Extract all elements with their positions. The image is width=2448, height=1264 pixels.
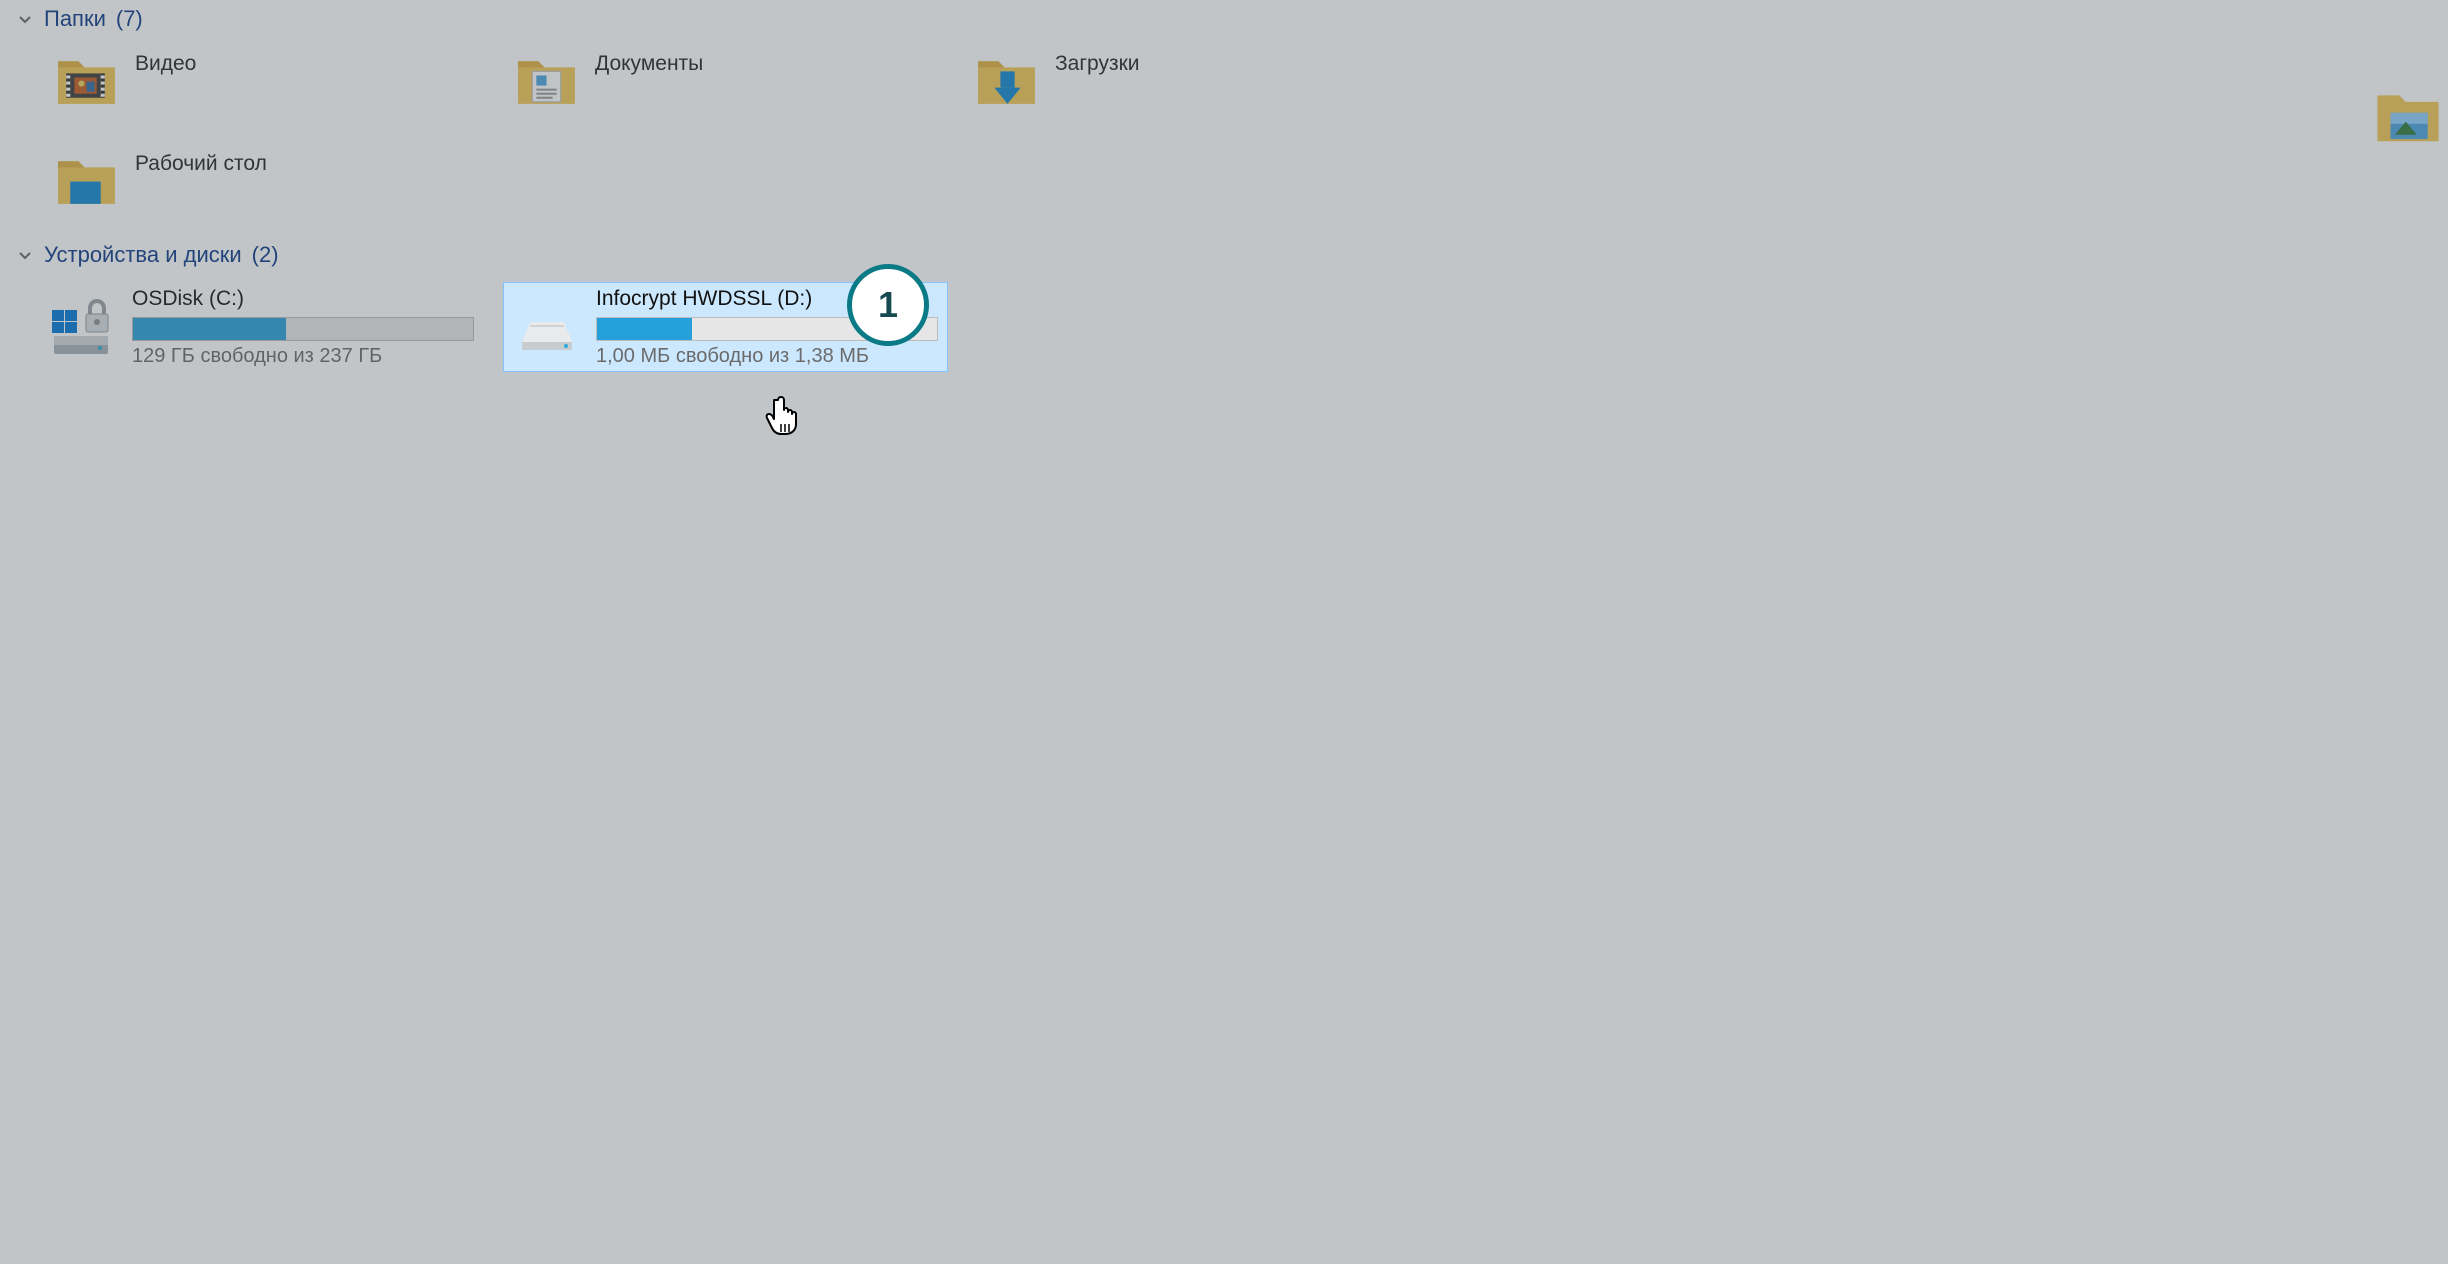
folder-desktop-label: Рабочий стол <box>135 142 267 176</box>
callout-number: 1 <box>878 284 898 326</box>
explorer-view: Папки (7) Видео <box>0 0 2448 1264</box>
folder-downloads-label: Загрузки <box>1055 42 1140 76</box>
chevron-down-icon <box>16 10 34 28</box>
hand-cursor-icon <box>764 394 804 441</box>
drive-osdisk-free: 129 ГБ свободно из 237 ГБ <box>132 345 477 368</box>
folder-documents-label: Документы <box>595 42 703 76</box>
folder-documents[interactable]: Документы <box>514 42 974 132</box>
folder-downloads[interactable]: Загрузки <box>974 42 1434 132</box>
drive-infocrypt-icon <box>512 292 582 362</box>
section-folders-header[interactable]: Папки (7) <box>0 0 2448 42</box>
callout-badge-1: 1 <box>847 264 929 346</box>
folder-documents-icon <box>514 47 579 112</box>
folder-videos-icon <box>54 47 119 112</box>
drives-row: OSDisk (C:) 129 ГБ свободно из 237 ГБ In… <box>0 278 2448 372</box>
section-drives-header[interactable]: Устройства и диски (2) <box>0 236 2448 278</box>
section-drives-title: Устройства и диски <box>44 242 242 268</box>
folders-grid: Видео Документы <box>0 42 2448 232</box>
drive-osdisk-icon <box>48 292 118 362</box>
drive-osdisk-bar <box>132 317 474 341</box>
section-folders-count: (7) <box>116 6 143 32</box>
drive-infocrypt-free: 1,00 МБ свободно из 1,38 МБ <box>596 345 939 368</box>
folder-videos-label: Видео <box>135 42 196 76</box>
drive-osdisk[interactable]: OSDisk (C:) 129 ГБ свободно из 237 ГБ <box>40 282 485 372</box>
section-folders-title: Папки <box>44 6 106 32</box>
folder-videos[interactable]: Видео <box>54 42 514 132</box>
section-drives-count: (2) <box>252 242 279 268</box>
drive-osdisk-name: OSDisk (C:) <box>132 286 477 311</box>
folder-desktop[interactable]: Рабочий стол <box>54 142 514 232</box>
folder-downloads-icon <box>974 47 1039 112</box>
folder-desktop-icon <box>54 147 119 212</box>
folder-pictures-partial[interactable] <box>2368 80 2448 150</box>
chevron-down-icon <box>16 246 34 264</box>
